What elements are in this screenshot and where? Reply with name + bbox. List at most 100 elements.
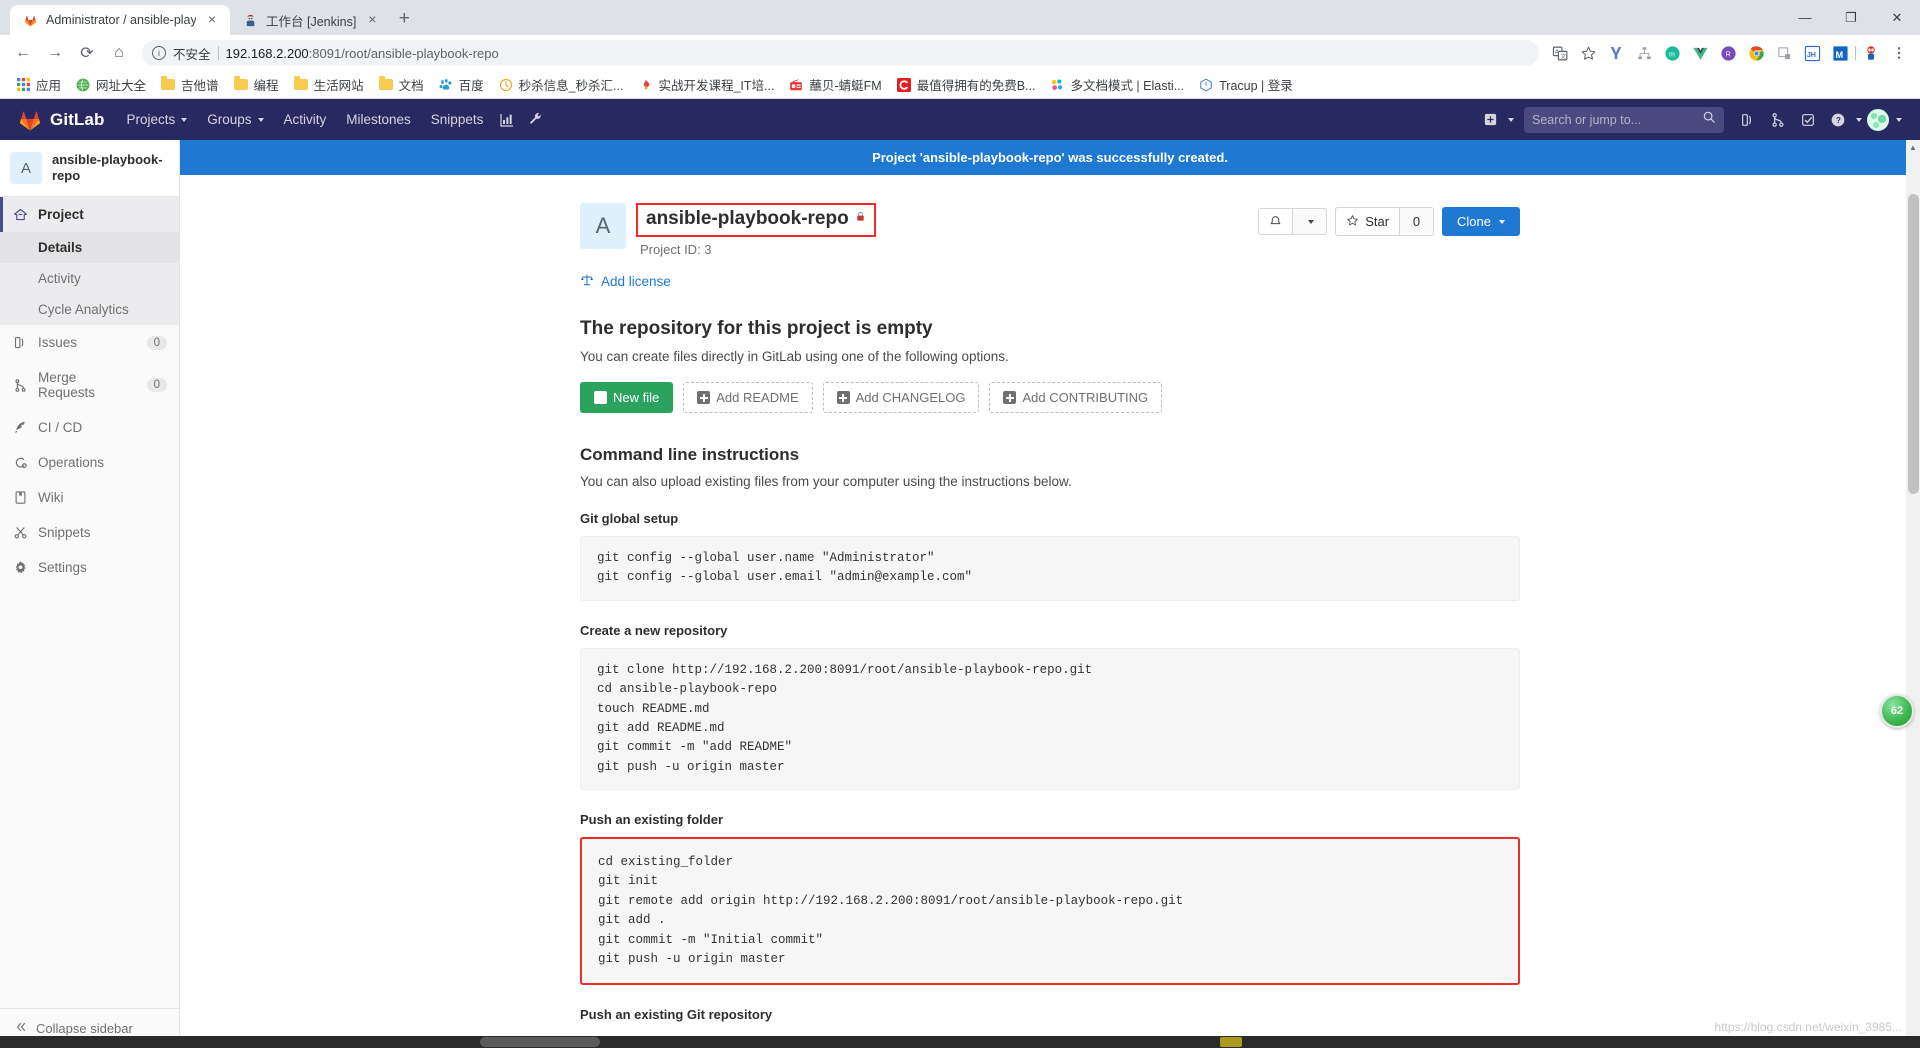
- folder-icon: [293, 76, 309, 93]
- help-icon[interactable]: ?: [1824, 106, 1852, 134]
- bookmark-free-books[interactable]: 最值得拥有的免费B...: [889, 73, 1043, 96]
- bookmark-hao123[interactable]: 网址大全: [68, 73, 153, 96]
- bookmark-star-icon[interactable]: [1575, 40, 1601, 66]
- bookmark-life-sites[interactable]: 生活网站: [286, 73, 371, 96]
- add-changelog-button[interactable]: Add CHANGELOG: [822, 382, 980, 413]
- nav-activity[interactable]: Activity: [274, 100, 337, 139]
- scroll-up-icon[interactable]: ▲: [1906, 140, 1920, 154]
- bookmark-apps[interactable]: 应用: [8, 73, 68, 96]
- browser-tab-jenkins[interactable]: 工作台 [Jenkins] ×: [230, 5, 391, 35]
- floating-score-badge[interactable]: 62: [1880, 694, 1914, 728]
- bookmark-course[interactable]: 实战开发课程_IT培...: [630, 73, 781, 96]
- sidebar-item-settings[interactable]: Settings: [0, 550, 179, 585]
- avatar[interactable]: [1864, 106, 1892, 134]
- empty-repo-actions: New file Add README Add CHANGELOG Add CO…: [580, 382, 1520, 413]
- star-button[interactable]: Star: [1335, 207, 1401, 236]
- add-license-link[interactable]: Add license: [580, 273, 671, 290]
- address-bar[interactable]: i 不安全 192.168.2.200:8091/root/ansible-pl…: [142, 40, 1539, 66]
- chevron-down-icon[interactable]: [1508, 117, 1514, 122]
- search-input[interactable]: [1532, 112, 1696, 127]
- vertical-scrollbar[interactable]: ▲ ▼: [1906, 140, 1920, 1048]
- chevron-down-icon[interactable]: [1856, 117, 1862, 122]
- redux-icon[interactable]: R: [1715, 40, 1741, 66]
- more-menu-icon[interactable]: [1886, 40, 1912, 66]
- clone-button[interactable]: Clone: [1442, 207, 1520, 236]
- bookmark-label: 蘸贝-蜻蜓FM: [809, 79, 882, 93]
- info-circle-icon[interactable]: i: [152, 46, 166, 60]
- sidebar-project-header[interactable]: A ansible-playbook-repo: [0, 140, 179, 197]
- push-existing-folder-code[interactable]: cd existing_folder git init git remote a…: [580, 837, 1520, 986]
- maximize-button[interactable]: ❐: [1828, 0, 1874, 35]
- reload-icon[interactable]: ⟳: [72, 38, 102, 68]
- yandex-icon[interactable]: [1603, 40, 1629, 66]
- merge-requests-icon[interactable]: [1764, 106, 1792, 134]
- sidebar-item-activity[interactable]: Activity: [0, 263, 179, 294]
- new-file-button[interactable]: New file: [580, 382, 674, 413]
- back-icon[interactable]: ←: [8, 38, 38, 68]
- bookmark-elastic[interactable]: 多文档模式 | Elasti...: [1042, 73, 1191, 96]
- git-global-setup-code[interactable]: git config --global user.name "Administr…: [580, 536, 1520, 601]
- browser-tab-active[interactable]: Administrator / ansible-playbo ×: [10, 5, 230, 35]
- sidebar-item-project[interactable]: Project: [0, 197, 179, 232]
- sidebar-item-operations[interactable]: Operations: [0, 445, 179, 480]
- add-contributing-button[interactable]: Add CONTRIBUTING: [989, 382, 1163, 413]
- bookmark-baidu[interactable]: 百度: [431, 73, 491, 96]
- nav-projects[interactable]: Projects: [116, 100, 197, 139]
- vue-devtools-icon[interactable]: [1687, 40, 1713, 66]
- bookmark-miaosha[interactable]: 秒杀信息_秒杀汇...: [491, 73, 631, 96]
- hscroll-thumb[interactable]: [480, 1037, 600, 1047]
- sitemap-icon[interactable]: [1631, 40, 1657, 66]
- close-window-button[interactable]: ✕: [1874, 0, 1920, 35]
- todos-icon[interactable]: [1794, 106, 1822, 134]
- mind-icon[interactable]: m: [1659, 40, 1685, 66]
- sidebar-item-snippets[interactable]: Snippets: [0, 515, 179, 550]
- plus-box-icon[interactable]: [1476, 106, 1504, 134]
- forward-icon[interactable]: →: [40, 38, 70, 68]
- tab-close-icon[interactable]: ×: [204, 12, 220, 28]
- chevron-down-icon[interactable]: [1896, 117, 1902, 122]
- sidebar-menu: Project Details Activity Cycle Analytics: [0, 197, 179, 585]
- chrome-color-icon[interactable]: [1743, 40, 1769, 66]
- sidebar-item-label: Operations: [38, 455, 105, 470]
- global-search[interactable]: [1524, 106, 1724, 133]
- sidebar-item-ci-cd[interactable]: CI / CD: [0, 410, 179, 445]
- nav-groups[interactable]: Groups: [197, 100, 273, 139]
- bookmark-qingting-fm[interactable]: 蘸贝-蜻蜓FM: [781, 73, 888, 96]
- translate-icon[interactable]: A文: [1547, 40, 1573, 66]
- sidebar-item-cycle-analytics[interactable]: Cycle Analytics: [0, 294, 179, 325]
- new-tab-button[interactable]: +: [390, 5, 418, 33]
- svg-text:?: ?: [1836, 116, 1841, 125]
- minimize-button[interactable]: —: [1782, 0, 1828, 35]
- spiderman-avatar-icon[interactable]: [1858, 40, 1884, 66]
- wrench-icon[interactable]: [521, 106, 549, 134]
- sidebar-item-merge-requests[interactable]: Merge Requests 0: [0, 360, 179, 410]
- notification-caret-button[interactable]: [1293, 208, 1328, 235]
- bookmark-docs[interactable]: 文档: [371, 73, 431, 96]
- bookmark-guitar[interactable]: 吉他谱: [153, 73, 226, 96]
- horizontal-scrollbar[interactable]: [0, 1036, 1920, 1048]
- jh-icon[interactable]: JH: [1799, 40, 1825, 66]
- bell-icon[interactable]: [1258, 208, 1294, 235]
- add-readme-button[interactable]: Add README: [683, 382, 813, 413]
- bookmark-tracup[interactable]: Tracup | 登录: [1191, 73, 1300, 96]
- bookmark-programming[interactable]: 编程: [226, 73, 286, 96]
- issues-icon[interactable]: [1734, 106, 1762, 134]
- star-count: 0: [1400, 207, 1435, 236]
- sidebar-item-wiki[interactable]: Wiki: [0, 480, 179, 515]
- scrollbar-thumb[interactable]: [1908, 194, 1919, 494]
- sidebar-item-details[interactable]: Details: [0, 232, 179, 263]
- sidebar-item-issues[interactable]: Issues 0: [0, 325, 179, 360]
- lock-icon: [855, 210, 866, 228]
- create-new-repo-code[interactable]: git clone http://192.168.2.200:8091/root…: [580, 647, 1520, 790]
- m-icon[interactable]: M: [1827, 40, 1853, 66]
- gitlab-logo[interactable]: GitLab: [12, 108, 116, 132]
- notification-dropdown[interactable]: [1258, 208, 1328, 235]
- chart-icon[interactable]: [493, 106, 521, 134]
- nav-milestones[interactable]: Milestones: [336, 100, 421, 139]
- nav-snippets[interactable]: Snippets: [421, 100, 494, 139]
- home-icon[interactable]: ⌂: [104, 38, 134, 68]
- screenshot-icon[interactable]: [1771, 40, 1797, 66]
- star-button-group[interactable]: Star 0: [1335, 207, 1435, 236]
- tab-close-icon[interactable]: ×: [364, 12, 380, 28]
- mr-count-badge: 0: [146, 378, 167, 392]
